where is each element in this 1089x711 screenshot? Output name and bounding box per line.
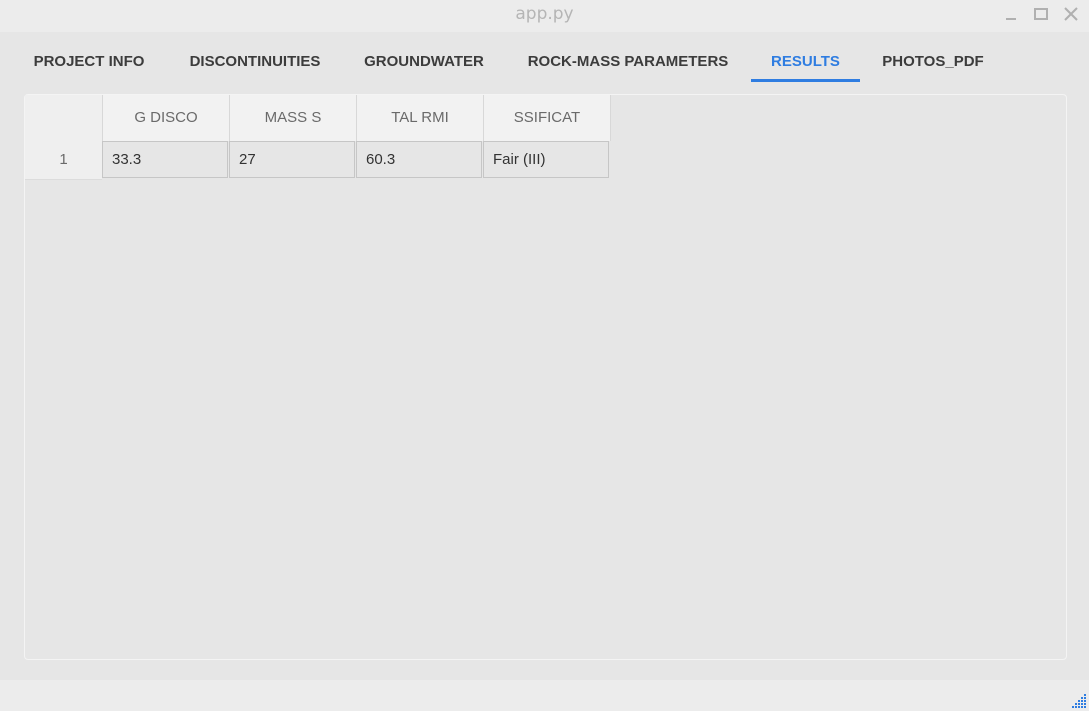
close-button[interactable] xyxy=(1061,4,1081,24)
resize-grip[interactable] xyxy=(1067,689,1087,709)
table-cell[interactable]: 33.3 xyxy=(102,141,228,178)
tab-results[interactable]: RESULTS xyxy=(751,32,860,82)
status-bar xyxy=(0,680,1089,711)
column-header[interactable]: MASS S xyxy=(230,95,357,141)
title-bar[interactable]: app.py xyxy=(0,0,1089,32)
tab-bar: PROJECT INFO DISCONTINUITIES GROUNDWATER… xyxy=(0,32,1089,88)
column-header[interactable]: G DISCO xyxy=(103,95,230,141)
tab-project-info[interactable]: PROJECT INFO xyxy=(18,32,160,82)
table-cell[interactable]: 60.3 xyxy=(356,141,482,178)
column-header[interactable]: SSIFICAT xyxy=(484,95,611,141)
close-icon xyxy=(1064,7,1078,21)
table-cell[interactable]: 27 xyxy=(229,141,355,178)
maximize-icon xyxy=(1034,8,1048,20)
results-panel: G DISCO MASS S TAL RMI SSIFICAT 1 33.3 2… xyxy=(24,94,1067,660)
tab-discontinuities[interactable]: DISCONTINUITIES xyxy=(170,32,340,82)
maximize-button[interactable] xyxy=(1031,4,1051,24)
window-title: app.py xyxy=(515,4,574,24)
tab-photos-pdf[interactable]: PHOTOS_PDF xyxy=(866,32,1000,82)
row-header[interactable]: 1 xyxy=(25,141,102,180)
minimize-icon xyxy=(1006,18,1016,20)
tab-groundwater[interactable]: GROUNDWATER xyxy=(350,32,498,82)
column-header[interactable]: TAL RMI xyxy=(357,95,484,141)
table-corner[interactable] xyxy=(25,95,103,141)
minimize-button[interactable] xyxy=(1001,4,1021,24)
window-controls xyxy=(1001,4,1081,24)
tab-rock-mass-parameters[interactable]: ROCK-MASS PARAMETERS xyxy=(508,32,748,82)
app-window: app.py PROJECT INFO DISCONTINUITIES GROU… xyxy=(0,0,1089,711)
table-cell[interactable]: Fair (III) xyxy=(483,141,609,178)
resize-grip-icon xyxy=(1072,694,1086,708)
